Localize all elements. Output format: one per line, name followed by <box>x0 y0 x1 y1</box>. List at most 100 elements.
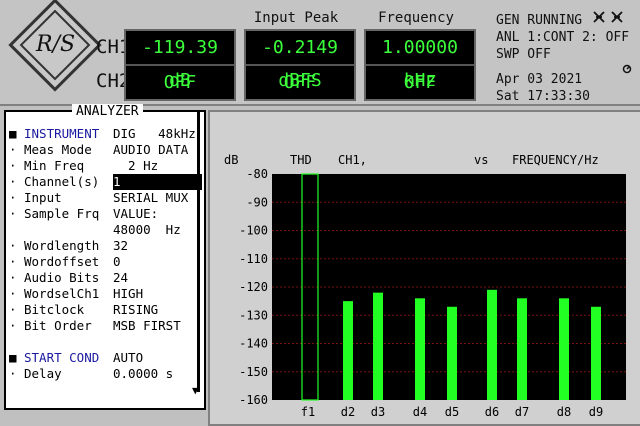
menu-value-selected[interactable]: 1 <box>113 174 202 190</box>
menu-row-wordselch1[interactable]: · WordselCh1 HIGH <box>6 286 202 302</box>
sweep-status: SWP OFF <box>496 47 551 62</box>
y-tick-label: -90 <box>246 195 268 209</box>
menu-value[interactable]: MSB FIRST <box>113 318 181 334</box>
x-tick-label: d5 <box>445 405 459 419</box>
chart-header-vs: vs <box>474 153 488 167</box>
menu-value[interactable]: 32 <box>113 238 128 254</box>
menu-label: Wordlength <box>24 238 100 253</box>
meter-input-peak-ch2: OFF <box>283 72 317 93</box>
menu-value[interactable]: VALUE: <box>113 206 158 222</box>
menu-scrollbar[interactable] <box>197 112 200 392</box>
menu-row-channel-s[interactable]: · Channel(s) 1 <box>6 174 202 190</box>
date-display: Apr 03 2021 <box>496 72 583 87</box>
menu-value[interactable]: 24 <box>113 270 128 286</box>
analyzer-title: ANALYZER <box>72 104 143 119</box>
menu-label: Bit Order <box>24 318 92 333</box>
analyzer-status: ANL 1:CONT 2: OFF <box>496 30 630 45</box>
menu-value[interactable]: 0.0000 s <box>113 366 173 382</box>
item-bullet: · <box>9 142 17 157</box>
menu-value[interactable]: SERIAL MUX <box>113 190 188 206</box>
menu-value[interactable]: HIGH <box>113 286 143 302</box>
menu-row-sample-frq[interactable]: · Sample Frq VALUE: <box>6 206 202 222</box>
meter-level[interactable]: -119.39 dB OFF <box>124 29 236 101</box>
item-bullet: · <box>9 286 17 301</box>
menu-row-cont-13 <box>6 334 202 350</box>
menu-row-audio-bits[interactable]: · Audio Bits 24 <box>6 270 202 286</box>
menu-row-wordlength[interactable]: · Wordlength 32 <box>6 238 202 254</box>
y-tick-label: -110 <box>239 252 268 266</box>
meter3-header: Frequency <box>378 10 454 26</box>
x-tick-label: d6 <box>485 405 499 419</box>
x-tick-label: d3 <box>371 405 385 419</box>
item-bullet: · <box>9 366 17 381</box>
menu-value[interactable]: AUDIO DATA <box>113 142 188 158</box>
x-tick-label: d8 <box>557 405 571 419</box>
rs-logo-text: R/S <box>36 32 76 57</box>
section-bullet: ■ <box>9 350 17 365</box>
meter-input-peak-ch1: -0.2149 dBFS <box>262 37 338 91</box>
y-tick-label: -140 <box>239 337 268 351</box>
item-bullet: · <box>9 270 17 285</box>
bar-d5 <box>447 306 457 400</box>
time-display: Sat 17:33:30 <box>496 89 590 104</box>
menu-row-bitclock[interactable]: · Bitclock RISING <box>6 302 202 318</box>
item-bullet: · <box>9 238 17 253</box>
menu-label: Channel(s) <box>24 174 100 189</box>
menu-label: INSTRUMENT <box>24 126 100 141</box>
item-bullet: · <box>9 206 17 221</box>
menu-row-instrument[interactable]: ■ INSTRUMENT DIG 48kHz <box>6 126 202 142</box>
menu-row-input[interactable]: · Input SERIAL MUX <box>6 190 202 206</box>
analyzer-panel: ANALYZER ■ INSTRUMENT DIG 48kHz · Meas Mode A… <box>4 104 206 410</box>
y-tick-label: -150 <box>239 365 268 379</box>
bar-d9 <box>591 306 601 400</box>
meter-input-peak[interactable]: -0.2149 dBFS OFF <box>244 29 356 101</box>
item-bullet: · <box>9 318 17 333</box>
item-bullet: · <box>9 158 17 173</box>
menu-row-wordoffset[interactable]: · Wordoffset 0 <box>6 254 202 270</box>
bar-d3 <box>373 292 383 400</box>
bar-d8 <box>559 298 569 400</box>
menu-label: Min Freq <box>24 158 85 173</box>
clock-icon <box>622 64 632 74</box>
x-tick-label: d7 <box>515 405 529 419</box>
menu-label: Input <box>24 190 62 205</box>
menu-value[interactable]: DIG 48kHz <box>113 126 196 142</box>
menu-row-bit-order[interactable]: · Bit Order MSB FIRST <box>6 318 202 334</box>
meter-frequency-ch1: 1.00000 kHz <box>382 37 458 91</box>
y-tick-label: -80 <box>246 167 268 181</box>
chart-header-measurement: THD <box>290 153 312 167</box>
bar-d2 <box>343 301 353 400</box>
menu-value[interactable]: RISING <box>113 302 158 318</box>
x-tick-label: d9 <box>589 405 603 419</box>
thd-chart: dB THD CH1, vs FREQUENCY/Hz -80 -90 -100 -110 -12… <box>224 153 626 419</box>
menu-row-cont-6: 48000 Hz <box>6 222 202 238</box>
chart-header-unit: dB <box>224 153 238 167</box>
menu-row-min-freq[interactable]: · Min Freq 2 Hz <box>6 158 202 174</box>
menu-label: Meas Mode <box>24 142 92 157</box>
chart-header-channel: CH1, <box>338 153 367 167</box>
item-bullet: · <box>9 254 17 269</box>
menu-value: 48000 Hz <box>113 222 181 237</box>
meter-level-ch1: -119.39 dB <box>142 37 218 91</box>
section-bullet: ■ <box>9 126 17 141</box>
x-tick-label: d2 <box>341 405 355 419</box>
item-bullet: · <box>9 174 17 189</box>
menu-label: Bitclock <box>24 302 85 317</box>
meter-frequency-ch2: OFF <box>403 72 437 93</box>
running-indicator-icon <box>593 11 623 23</box>
meter-frequency[interactable]: 1.00000 kHz OFF <box>364 29 476 101</box>
menu-value[interactable]: 2 Hz <box>113 158 158 174</box>
menu-value[interactable]: AUTO <box>113 350 143 366</box>
scroll-down-icon[interactable]: ▼ <box>192 384 199 397</box>
menu-label: Wordoffset <box>24 254 100 269</box>
menu-row-delay[interactable]: · Delay 0.0000 s <box>6 366 202 382</box>
menu-row-start-cond[interactable]: ■ START COND AUTO <box>6 350 202 366</box>
bar-d7 <box>517 298 527 400</box>
x-tick-label: d4 <box>413 405 427 419</box>
y-tick-label: -130 <box>239 308 268 322</box>
menu-row-meas-mode[interactable]: · Meas Mode AUDIO DATA <box>6 142 202 158</box>
y-tick-label: -100 <box>239 224 268 238</box>
item-bullet: · <box>9 302 17 317</box>
menu-value[interactable]: 0 <box>113 254 121 270</box>
meter-level-ch2: OFF <box>163 72 197 93</box>
